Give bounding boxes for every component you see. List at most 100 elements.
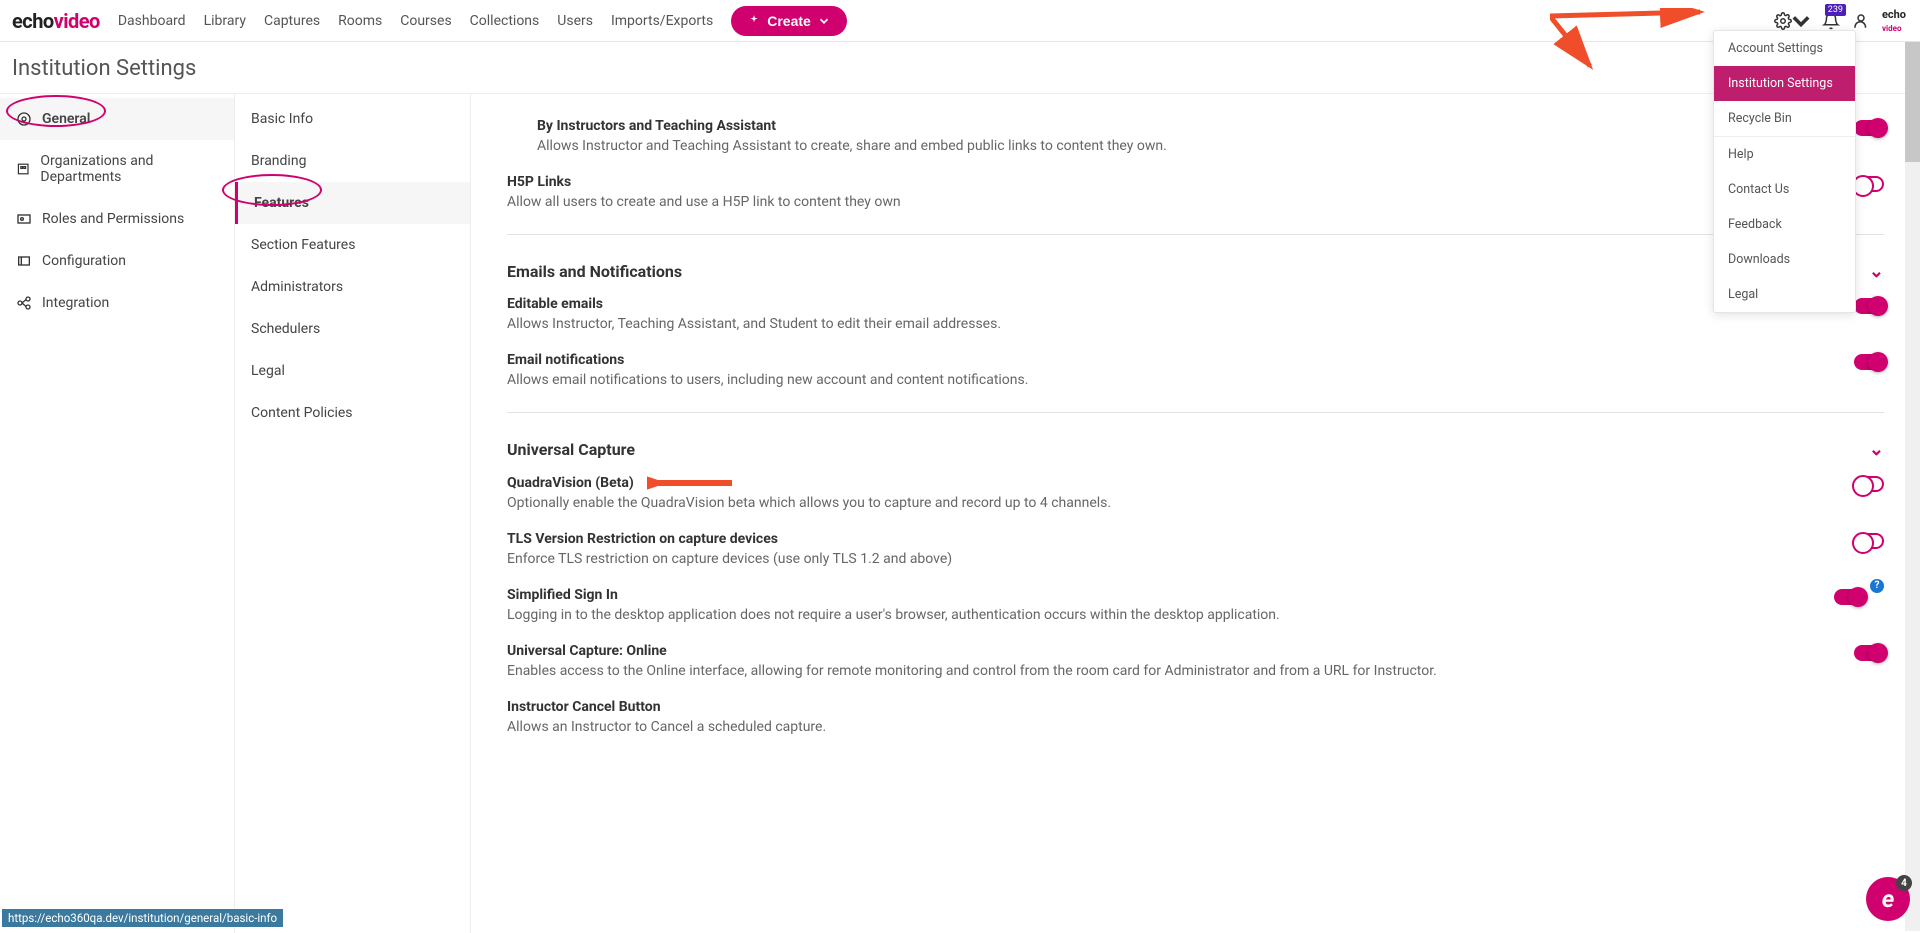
midnav-schedulers[interactable]: Schedulers (235, 308, 470, 350)
menu-recycle-bin[interactable]: Recycle Bin (1714, 101, 1855, 136)
midnav-administrators[interactable]: Administrators (235, 266, 470, 308)
menu-legal[interactable]: Legal (1714, 277, 1855, 312)
leftnav-label: Roles and Permissions (42, 211, 184, 227)
profile-button[interactable] (1852, 12, 1870, 30)
gear-icon (1774, 12, 1792, 30)
settings-menu: Account Settings Institution Settings Re… (1713, 30, 1856, 313)
row-editable-emails: Editable emails Allows Instructor, Teach… (507, 290, 1884, 346)
nav-collections[interactable]: Collections (470, 13, 540, 29)
notifications-button[interactable]: 239 (1822, 12, 1840, 30)
scrollbar-thumb[interactable] (1905, 42, 1920, 162)
feature-desc: Optionally enable the QuadraVision beta … (507, 495, 1111, 511)
leftnav-label: General (42, 111, 90, 127)
feature-title: TLS Version Restriction on capture devic… (507, 531, 952, 547)
nav-library[interactable]: Library (204, 13, 246, 29)
gear-dropdown[interactable] (1774, 12, 1810, 30)
row-email-notifications: Email notifications Allows email notific… (507, 346, 1884, 402)
leftnav-label: Configuration (42, 253, 126, 269)
menu-help[interactable]: Help (1714, 137, 1855, 172)
toggle-tls[interactable] (1854, 533, 1884, 549)
mini-logo[interactable]: echovideo (1882, 8, 1906, 34)
status-url: https://echo360qa.dev/institution/genera… (2, 909, 283, 927)
section-title: Universal Capture (507, 440, 635, 459)
feature-title: Editable emails (507, 296, 1001, 312)
section-title: Emails and Notifications (507, 262, 682, 281)
row-simplified-signin: Simplified Sign In Logging in to the des… (507, 581, 1884, 637)
nav-users[interactable]: Users (557, 13, 593, 29)
midnav-content-policies[interactable]: Content Policies (235, 392, 470, 434)
toggle-email-notifications[interactable] (1854, 354, 1884, 370)
feature-desc: Enforce TLS restriction on capture devic… (507, 551, 952, 567)
nav-courses[interactable]: Courses (400, 13, 451, 29)
caret-down-icon (1792, 12, 1810, 30)
leftnav-integration[interactable]: Integration (0, 282, 234, 324)
menu-downloads[interactable]: Downloads (1714, 242, 1855, 277)
top-nav: echovideo Dashboard Library Captures Roo… (0, 0, 1920, 42)
scrollbar[interactable] (1905, 42, 1920, 931)
section-emails-heading[interactable]: Emails and Notifications ⌄ (507, 261, 1884, 282)
nav-captures[interactable]: Captures (264, 13, 320, 29)
toggle-uc-online[interactable] (1854, 645, 1884, 661)
chevron-down-icon: ⌄ (1869, 439, 1884, 460)
nav-links: Dashboard Library Captures Rooms Courses… (118, 13, 713, 29)
feature-desc: Allows Instructor, Teaching Assistant, a… (507, 316, 1001, 332)
leftnav-general[interactable]: General (0, 98, 234, 140)
feature-desc: Allow all users to create and use a H5P … (507, 194, 901, 210)
chevron-down-icon: ⌄ (1869, 261, 1884, 282)
integration-icon (16, 295, 32, 311)
id-icon (16, 211, 32, 227)
building-icon (16, 161, 30, 177)
menu-institution-settings[interactable]: Institution Settings (1714, 66, 1855, 101)
feature-desc: Enables access to the Online interface, … (507, 663, 1437, 679)
divider (507, 412, 1884, 413)
chevron-down-icon (817, 14, 831, 28)
menu-feedback[interactable]: Feedback (1714, 207, 1855, 242)
nav-imports[interactable]: Imports/Exports (611, 13, 713, 29)
midnav-features[interactable]: Features (235, 182, 470, 224)
create-button[interactable]: Create (731, 6, 847, 36)
fab-count: 4 (1896, 875, 1912, 891)
leftnav-orgs[interactable]: Organizations and Departments (0, 140, 234, 198)
feature-title: Universal Capture: Online (507, 643, 1437, 659)
feature-desc: Allows Instructor and Teaching Assistant… (537, 138, 1167, 154)
row-instructors-ta: By Instructors and Teaching Assistant Al… (507, 112, 1884, 168)
feature-desc: Allows an Instructor to Cancel a schedul… (507, 719, 826, 735)
toggle-editable-emails[interactable] (1854, 298, 1884, 314)
leftnav-roles[interactable]: Roles and Permissions (0, 198, 234, 240)
logo-text-1: echo (12, 9, 54, 33)
toggle-instructors-ta[interactable] (1854, 120, 1884, 136)
fab-echo[interactable]: e4 (1866, 877, 1910, 921)
sliders-icon (16, 253, 32, 269)
nav-dashboard[interactable]: Dashboard (118, 13, 186, 29)
main-layout: General Organizations and Departments Ro… (0, 94, 1920, 933)
logo[interactable]: echovideo (12, 9, 100, 33)
feature-title: QuadraVision (Beta) (507, 475, 634, 491)
divider (507, 234, 1884, 235)
mid-nav: Basic Info Branding Features Section Fea… (235, 94, 471, 933)
midnav-branding[interactable]: Branding (235, 140, 470, 182)
annotation-arrow-quadravision (647, 474, 737, 492)
feature-title: Email notifications (507, 352, 1028, 368)
annotation-arrow-to-gear (1550, 8, 1710, 92)
row-quadravision: QuadraVision (Beta) Optionally enable th… (507, 468, 1884, 525)
notification-badge: 239 (1825, 4, 1846, 16)
help-icon[interactable]: ? (1870, 579, 1884, 593)
midnav-section-features[interactable]: Section Features (235, 224, 470, 266)
feature-title: By Instructors and Teaching Assistant (537, 118, 1167, 134)
content-area: By Instructors and Teaching Assistant Al… (471, 94, 1920, 933)
leftnav-label: Integration (42, 295, 109, 311)
leftnav-config[interactable]: Configuration (0, 240, 234, 282)
midnav-basic-info[interactable]: Basic Info (235, 98, 470, 140)
toggle-quadravision[interactable] (1854, 476, 1884, 492)
toggle-h5p[interactable] (1854, 176, 1884, 192)
leftnav-label: Organizations and Departments (40, 153, 218, 185)
row-uc-online: Universal Capture: Online Enables access… (507, 637, 1884, 693)
feature-desc: Allows email notifications to users, inc… (507, 372, 1028, 388)
section-uc-heading[interactable]: Universal Capture ⌄ (507, 439, 1884, 460)
feature-title: Instructor Cancel Button (507, 699, 826, 715)
toggle-simplified-signin[interactable] (1834, 589, 1864, 605)
midnav-legal[interactable]: Legal (235, 350, 470, 392)
menu-account-settings[interactable]: Account Settings (1714, 31, 1855, 66)
menu-contact-us[interactable]: Contact Us (1714, 172, 1855, 207)
nav-rooms[interactable]: Rooms (338, 13, 382, 29)
